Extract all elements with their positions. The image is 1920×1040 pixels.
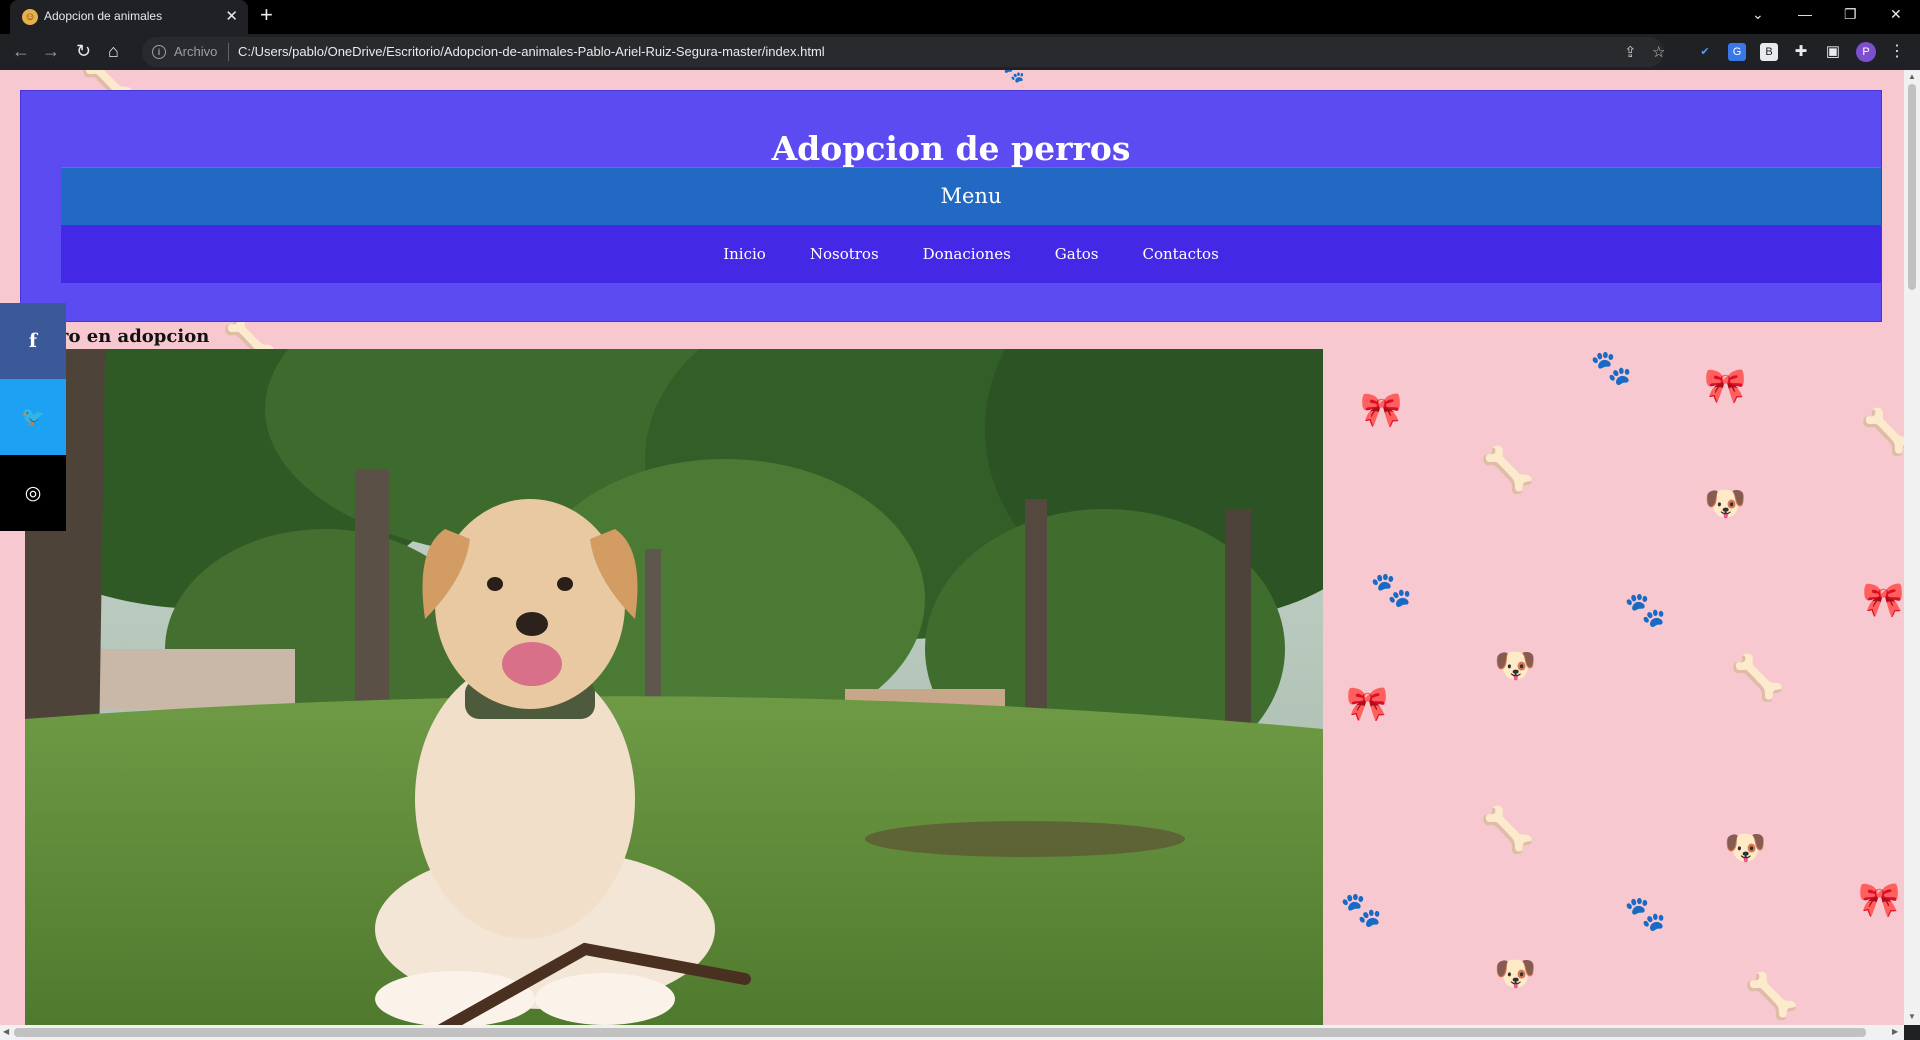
nav-link-nosotros[interactable]: Nosotros [810, 245, 879, 263]
home-button[interactable]: ⌂ [108, 41, 119, 62]
main-nav: Inicio Nosotros Donaciones Gatos Contact… [61, 225, 1881, 283]
vertical-scroll-thumb[interactable] [1908, 84, 1916, 290]
extension-b-icon[interactable]: B [1760, 43, 1778, 61]
nav-link-gatos[interactable]: Gatos [1055, 245, 1099, 263]
menu-label[interactable]: Menu [61, 168, 1881, 224]
kebab-menu-icon[interactable]: ⋮ [1888, 43, 1906, 61]
bow-icon: 🎀 [1346, 684, 1389, 724]
twitter-button[interactable]: 🐦 [0, 379, 66, 455]
restore-button[interactable]: ❐ [1844, 6, 1857, 23]
instagram-icon: ◎ [24, 482, 42, 504]
extensions-puzzle-icon[interactable]: ✚ [1792, 43, 1810, 61]
dog-photo [25, 349, 1323, 1025]
scroll-left-icon[interactable]: ◀ [3, 1027, 9, 1036]
bow-icon: 🎀 [1704, 366, 1747, 406]
close-tab-icon[interactable]: ✕ [225, 7, 238, 25]
puppy-face-icon: 🐶 [1494, 954, 1537, 994]
back-button[interactable]: ← [12, 41, 30, 62]
bone-icon: 🦴 [1860, 407, 1904, 458]
bookmark-star-icon[interactable]: ☆ [1652, 43, 1665, 61]
paw-icon: 🐾 [1340, 890, 1383, 930]
vertical-scrollbar[interactable]: ▲ ▼ [1904, 70, 1920, 1025]
profile-avatar[interactable]: P [1856, 42, 1876, 62]
bone-icon: 🦴 [1480, 445, 1535, 496]
translate-extension-icon[interactable]: G [1728, 43, 1746, 61]
bone-icon: 🦴 [1480, 805, 1535, 856]
bow-icon: 🎀 [1360, 390, 1403, 430]
puppy-face-icon: 🐶 [1494, 646, 1537, 686]
paw-icon: 🐾 [1370, 570, 1413, 610]
puppy-face-icon: 🐶 [1724, 828, 1767, 868]
page-viewport: 🦴 🐾 🦴 🐾 🎀 🎀 🦴 🦴 🐶 🐾 🐾 🎀 🐶 🦴 🎀 🦴 🐶 🐾 🐾 🎀 … [0, 70, 1904, 1025]
tab-strip: ☺ Adopcion de animales ✕ + ⌄ — ❐ ✕ [0, 0, 1920, 34]
address-label: Archivo [174, 44, 218, 59]
twitter-icon: 🐦 [21, 406, 45, 428]
horizontal-scroll-thumb[interactable] [14, 1028, 1866, 1037]
paw-icon: 🐾 [1000, 70, 1025, 84]
favicon-icon: ☺ [22, 9, 38, 25]
share-icon[interactable]: ⇪ [1624, 43, 1637, 61]
reload-button[interactable]: ↻ [76, 41, 91, 62]
facebook-button[interactable]: f [0, 303, 66, 379]
browser-tab[interactable]: ☺ Adopcion de animales ✕ [10, 0, 248, 34]
site-header: Adopcion de perros Menu Inicio Nosotros … [20, 90, 1882, 322]
nav-link-donaciones[interactable]: Donaciones [923, 245, 1011, 263]
bone-icon: 🦴 [1730, 653, 1785, 704]
bone-icon: 🦴 [1744, 971, 1799, 1022]
nav-link-inicio[interactable]: Inicio [723, 245, 766, 263]
browser-toolbar: ← → ↻ ⌂ i Archivo C:/Users/pablo/OneDriv… [0, 34, 1920, 70]
bow-icon: 🎀 [1858, 880, 1901, 920]
scroll-up-icon[interactable]: ▲ [1908, 72, 1916, 81]
scroll-down-icon[interactable]: ▼ [1908, 1012, 1916, 1021]
minimize-button[interactable]: — [1798, 6, 1812, 22]
address-bar[interactable]: i Archivo C:/Users/pablo/OneDrive/Escrit… [142, 37, 1665, 67]
new-tab-button[interactable]: + [260, 2, 273, 28]
site-title: Adopcion de perros [771, 129, 1131, 168]
scroll-right-icon[interactable]: ▶ [1892, 1027, 1898, 1036]
extension-check-icon[interactable]: ✔ [1696, 43, 1714, 61]
puppy-face-icon: 🐶 [1704, 484, 1747, 524]
side-panel-icon[interactable]: ▣ [1824, 43, 1842, 61]
tab-title: Adopcion de animales [44, 9, 163, 23]
nav-link-contactos[interactable]: Contactos [1142, 245, 1218, 263]
forward-button[interactable]: → [42, 41, 60, 62]
paw-icon: 🐾 [1624, 894, 1667, 934]
instagram-button[interactable]: ◎ [0, 455, 66, 531]
menu-bar[interactable]: Menu [61, 167, 1881, 226]
bow-icon: 🎀 [1862, 580, 1904, 620]
url-text[interactable]: C:/Users/pablo/OneDrive/Escritorio/Adopc… [238, 44, 825, 59]
horizontal-scrollbar[interactable]: ◀ ▶ [0, 1025, 1904, 1040]
paw-icon: 🐾 [1624, 590, 1667, 630]
address-separator [228, 43, 229, 61]
info-icon[interactable]: i [152, 45, 166, 59]
tab-search-icon[interactable]: ⌄ [1752, 6, 1764, 23]
close-window-button[interactable]: ✕ [1890, 6, 1902, 23]
facebook-icon: f [28, 330, 38, 352]
paw-icon: 🐾 [1590, 348, 1633, 388]
